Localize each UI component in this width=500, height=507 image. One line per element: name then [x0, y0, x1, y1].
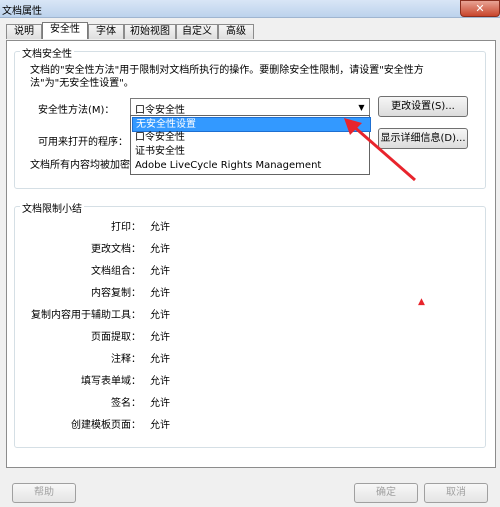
annotation-arrow-icon — [344, 118, 416, 182]
summary-row-label: 注释： — [111, 354, 141, 365]
summary-row-label: 复制内容用于辅助工具： — [31, 310, 141, 321]
tab-fonts[interactable]: 字体 — [88, 24, 124, 39]
summary-row-label: 更改文档： — [91, 244, 141, 255]
arrow-shaft — [351, 123, 416, 182]
option-livecycle-rights[interactable]: Adobe LiveCycle Rights Management — [132, 159, 369, 172]
summary-row-label: 创建模板页面： — [71, 420, 141, 431]
summary-group-title: 文档限制小结 — [20, 200, 84, 215]
summary-row-value: 允许 — [150, 266, 170, 277]
ok-button[interactable]: 确定 — [354, 483, 418, 503]
summary-row-label: 内容复制： — [91, 288, 141, 299]
triangle-marker-icon: ▲ — [418, 297, 425, 307]
summary-row-label: 文档组合： — [91, 266, 141, 277]
summary-row-value: 允许 — [150, 288, 170, 299]
chevron-down-icon[interactable]: ▼ — [354, 99, 369, 116]
option-password-security[interactable]: 口令安全性 — [132, 131, 369, 144]
tab-security[interactable]: 安全性 — [42, 22, 88, 39]
summary-group — [14, 206, 486, 448]
encrypted-label: 文档所有内容均被加密， — [30, 160, 140, 171]
change-settings-button[interactable]: 更改设置(S)... — [378, 96, 468, 117]
tab-initial-view[interactable]: 初始视图 — [124, 24, 176, 39]
tab-advanced[interactable]: 高级 — [218, 24, 254, 39]
close-icon: ✕ — [475, 2, 485, 15]
open-with-label: 可用来打开的程序： — [38, 137, 128, 148]
title-bar: 文档属性 ✕ — [0, 0, 500, 18]
summary-row-value: 允许 — [150, 310, 170, 321]
cancel-button[interactable]: 取消 — [424, 483, 488, 503]
window-title: 文档属性 — [2, 6, 42, 17]
option-no-security[interactable]: 无安全性设置 — [132, 117, 371, 132]
method-label: 安全性方法(M)： — [38, 105, 115, 116]
summary-row-value: 允许 — [150, 398, 170, 409]
summary-row-label: 页面提取： — [91, 332, 141, 343]
security-method-value: 口令安全性 — [135, 105, 185, 116]
summary-row-label: 打印： — [111, 222, 141, 233]
security-description: 文档的"安全性方法"用于限制对文档所执行的操作。要删除安全性限制，请设置"安全性… — [30, 65, 424, 89]
summary-row-value: 允许 — [150, 222, 170, 233]
help-button[interactable]: 帮助 — [12, 483, 76, 503]
tab-description[interactable]: 说明 — [6, 24, 42, 39]
summary-row-value: 允许 — [150, 354, 170, 365]
close-button[interactable]: ✕ — [460, 0, 500, 17]
summary-row-value: 允许 — [150, 332, 170, 343]
security-method-dropdown: 无安全性设置 口令安全性 证书安全性 Adobe LiveCycle Right… — [130, 115, 371, 175]
summary-row-label: 填写表单域： — [81, 376, 141, 387]
security-group-title: 文档安全性 — [20, 45, 74, 60]
summary-row-value: 允许 — [150, 244, 170, 255]
option-certificate-security[interactable]: 证书安全性 — [132, 145, 369, 158]
summary-row-label: 签名： — [111, 398, 141, 409]
summary-row-value: 允许 — [150, 420, 170, 431]
tab-custom[interactable]: 自定义 — [176, 24, 218, 39]
summary-row-value: 允许 — [150, 376, 170, 387]
